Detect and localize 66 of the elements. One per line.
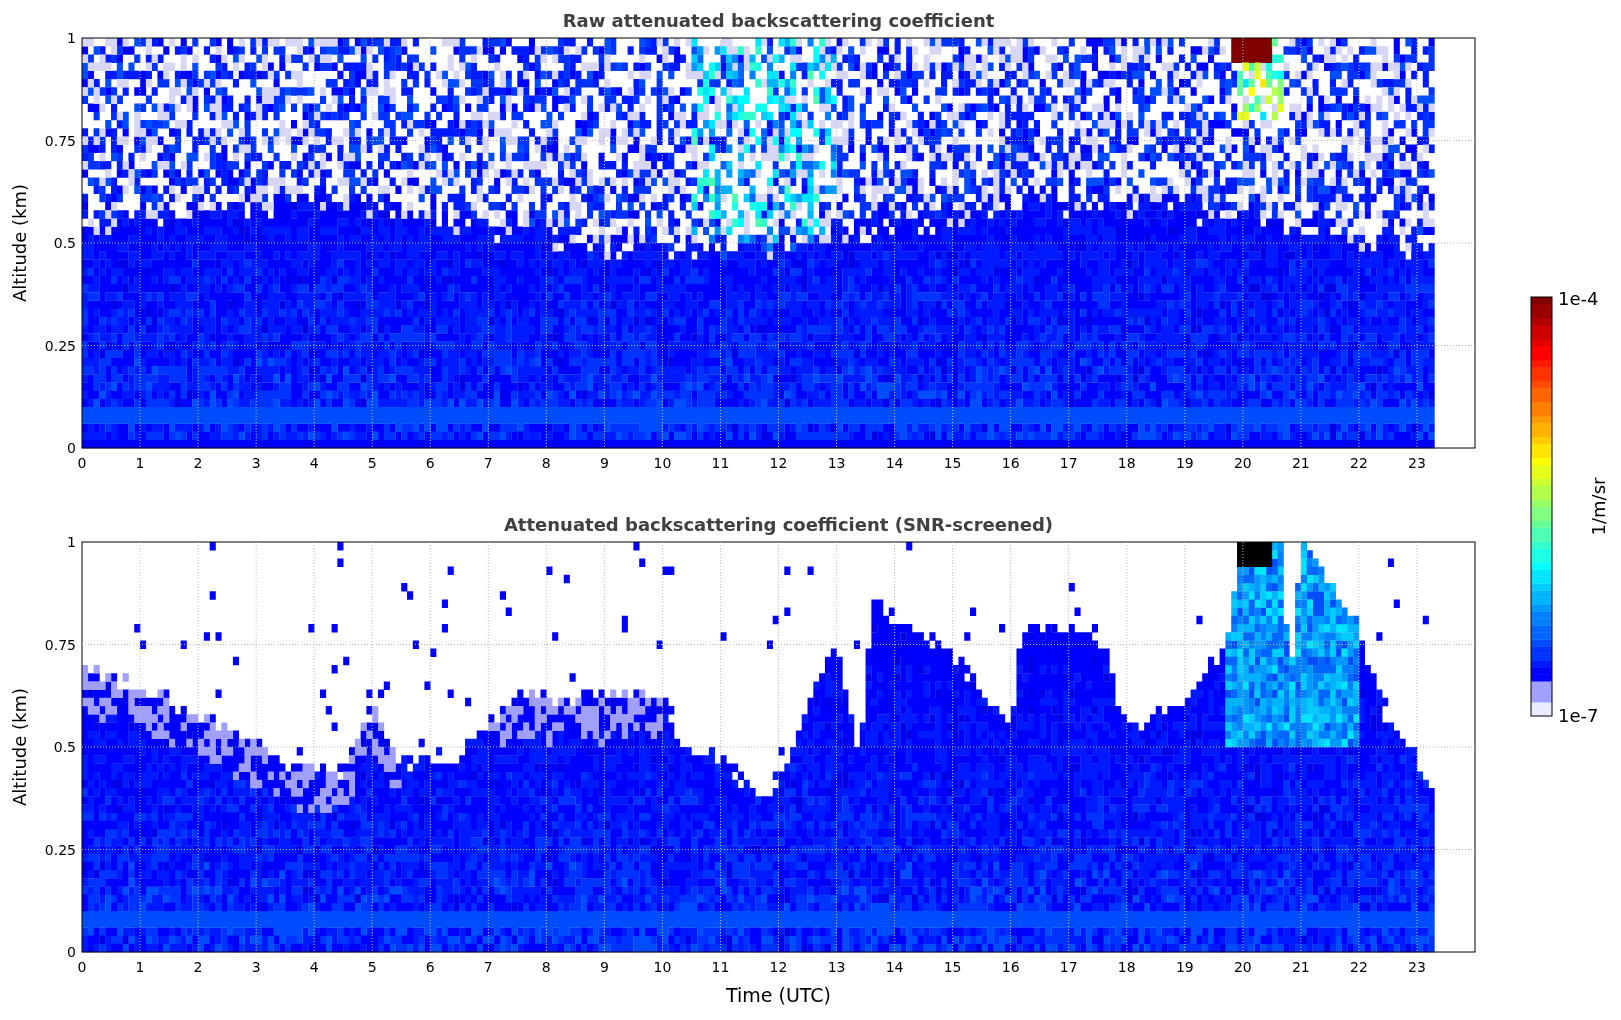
x-tick-label: 15 xyxy=(943,959,962,975)
x-tick-label: 4 xyxy=(309,455,319,471)
x-tick-label: 16 xyxy=(1001,455,1020,471)
x-tick-label: 7 xyxy=(483,455,493,471)
y-tick-label: 1 xyxy=(67,534,76,550)
x-tick-label: 20 xyxy=(1233,455,1252,471)
x-tick-label: 8 xyxy=(541,455,551,471)
x-tick-label: 10 xyxy=(653,455,672,471)
x-tick-label: 19 xyxy=(1175,959,1194,975)
x-tick-label: 22 xyxy=(1350,455,1368,471)
x-tick-label: 4 xyxy=(309,959,319,975)
x-tick-label: 22 xyxy=(1350,959,1368,975)
x-tick-label: 6 xyxy=(425,959,435,975)
x-tick-label: 21 xyxy=(1291,455,1310,471)
x-tick-label: 6 xyxy=(425,455,435,471)
y-tick-label: 0.5 xyxy=(53,235,76,251)
x-tick-label: 14 xyxy=(885,455,904,471)
x-tick-label: 13 xyxy=(827,455,846,471)
x-tick-label: 2 xyxy=(193,959,203,975)
x-tick-label: 5 xyxy=(367,455,377,471)
y-axis-label: Altitude (km) xyxy=(9,183,30,303)
x-tick-label: 7 xyxy=(483,959,493,975)
x-tick-label: 21 xyxy=(1291,959,1310,975)
x-tick-label: 16 xyxy=(1001,959,1020,975)
y-tick-label: 0.25 xyxy=(44,337,76,354)
x-tick-label: 0 xyxy=(77,959,87,975)
x-tick-label: 12 xyxy=(769,959,788,975)
y-tick-label: 0 xyxy=(67,944,76,960)
x-tick-label: 0 xyxy=(77,455,87,471)
y-tick-label: 0.5 xyxy=(53,739,76,755)
x-tick-label: 8 xyxy=(541,959,551,975)
x-tick-label: 10 xyxy=(653,959,672,975)
x-tick-label: 17 xyxy=(1059,455,1078,471)
x-tick-label: 9 xyxy=(599,455,609,471)
x-tick-label: 1 xyxy=(135,455,145,471)
plot-title: Attenuated backscattering coefficient (SNR-screened) xyxy=(503,514,1054,535)
x-tick-label: 5 xyxy=(367,959,377,975)
x-tick-label: 2 xyxy=(193,455,203,471)
x-tick-label: 11 xyxy=(711,959,730,975)
x-tick-label: 3 xyxy=(251,455,261,471)
x-tick-label: 12 xyxy=(769,455,788,471)
x-tick-label: 15 xyxy=(943,455,962,471)
colorbar-min-label: 1e-7 xyxy=(1558,705,1599,726)
y-tick-label: 0.25 xyxy=(44,841,76,858)
x-tick-label: 3 xyxy=(251,959,261,975)
x-axis-label: Time (UTC) xyxy=(726,984,831,1006)
colorbar-label: 1/m/sr xyxy=(1588,477,1609,536)
y-tick-label: 0.75 xyxy=(44,636,76,653)
x-tick-label: 17 xyxy=(1059,959,1078,975)
x-tick-label: 9 xyxy=(599,959,609,975)
x-tick-label: 18 xyxy=(1117,959,1136,975)
x-tick-label: 20 xyxy=(1233,959,1252,975)
y-tick-label: 0.75 xyxy=(44,132,76,149)
x-tick-label: 13 xyxy=(827,959,846,975)
x-tick-label: 23 xyxy=(1408,959,1426,975)
y-tick-label: 1 xyxy=(67,30,76,46)
x-tick-label: 1 xyxy=(135,959,145,975)
x-tick-label: 11 xyxy=(711,455,730,471)
colorbar-max-label: 1e-4 xyxy=(1558,288,1599,309)
x-tick-label: 19 xyxy=(1175,455,1194,471)
x-tick-label: 18 xyxy=(1117,455,1136,471)
x-tick-label: 23 xyxy=(1408,455,1426,471)
y-axis-label: Altitude (km) xyxy=(9,687,30,807)
y-tick-label: 0 xyxy=(67,440,76,456)
x-tick-label: 14 xyxy=(885,959,904,975)
plot-title: Raw attenuated backscattering coefficient xyxy=(562,10,995,31)
